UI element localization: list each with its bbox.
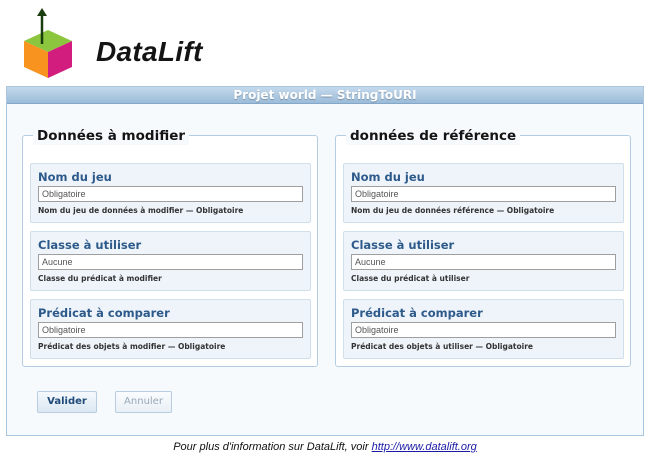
datalift-site-link[interactable]: http://www.datalift.org [372,441,477,453]
submit-button[interactable]: Valider [37,391,97,413]
reference-predicate-input[interactable] [351,322,616,338]
reference-class-help: Classe du prédicat à utiliser [351,274,470,283]
reference-dataset-input[interactable] [351,186,616,202]
datalift-cube-icon [24,8,72,78]
source-predicate-input[interactable] [38,322,303,338]
source-data-group: Données à modifier Nom du jeu Nom du jeu… [22,127,318,367]
source-predicate-help: Prédicat des objets à modifier — Obligat… [38,342,226,351]
source-predicate-label: Prédicat à comparer [38,306,170,320]
source-class-input[interactable] [38,254,303,270]
reference-class-field: Classe à utiliser Classe du prédicat à u… [343,231,624,291]
reference-class-label: Classe à utiliser [351,238,455,252]
reference-dataset-help: Nom du jeu de données référence — Obliga… [351,206,555,215]
source-class-field: Classe à utiliser Classe du prédicat à m… [30,231,311,291]
reference-dataset-field: Nom du jeu Nom du jeu de données référen… [343,163,624,223]
footer: Pour plus d'information sur DataLift, vo… [0,441,650,453]
cancel-button[interactable]: Annuler [115,391,172,413]
source-dataset-label: Nom du jeu [38,170,112,184]
source-predicate-field: Prédicat à comparer Prédicat des objets … [30,299,311,359]
logo-text: DataLift [96,36,203,67]
source-data-legend: Données à modifier [33,127,190,145]
reference-predicate-help: Prédicat des objets à utiliser — Obligat… [351,342,533,351]
footer-text: Pour plus d'information sur DataLift, vo… [173,441,369,453]
reference-dataset-label: Nom du jeu [351,170,425,184]
reference-predicate-field: Prédicat à comparer Prédicat des objets … [343,299,624,359]
form-panel: Projet world — StringToURI Données à mod… [6,86,644,436]
panel-title: Projet world — StringToURI [7,87,643,104]
datalift-logo: DataLift [18,8,202,80]
source-dataset-field: Nom du jeu Nom du jeu de données à modif… [30,163,311,223]
reference-data-group: données de référence Nom du jeu Nom du j… [335,127,631,367]
reference-data-legend: données de référence [346,127,521,145]
source-class-help: Classe du prédicat à modifier [38,274,162,283]
source-dataset-help: Nom du jeu de données à modifier — Oblig… [38,206,244,215]
reference-predicate-label: Prédicat à comparer [351,306,483,320]
reference-class-input[interactable] [351,254,616,270]
source-dataset-input[interactable] [38,186,303,202]
source-class-label: Classe à utiliser [38,238,142,252]
